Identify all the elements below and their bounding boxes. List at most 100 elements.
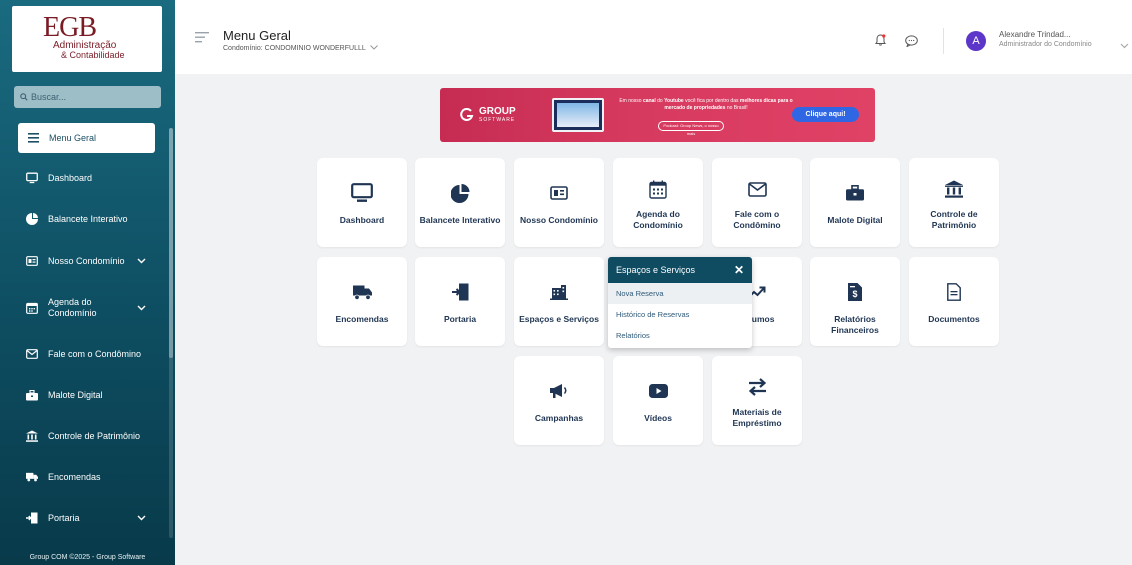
calendar-icon: [613, 178, 703, 200]
card-label: Vídeos: [644, 413, 672, 423]
sidebar-item-label: Portaria: [48, 513, 80, 523]
monitor-icon: [317, 182, 407, 204]
svg-text:$: $: [852, 289, 857, 299]
sidebar-footer: Group COM ©2025 - Group Software: [29, 554, 146, 561]
banner-podcast-tag: Podcast: Group News, o nosso mais: [658, 121, 724, 136]
sidebar-item-dashboard[interactable]: Dashboard: [26, 172, 156, 184]
sidebar-item-malote[interactable]: Malote Digital: [26, 389, 156, 401]
card-nosso-condominio[interactable]: Nosso Condomínio: [514, 158, 604, 247]
chat-bubble-icon[interactable]: [905, 34, 918, 52]
banner-text-part: você fica por dentro das: [685, 98, 739, 104]
card-label: Fale com o Condômino: [733, 209, 781, 230]
sidebar-item-label: Controle de Patrimônio: [48, 431, 141, 441]
card-label: Malote Digital: [827, 215, 883, 225]
swap-icon: [712, 376, 802, 398]
condominium-selector[interactable]: Condomínio: CONDOMINIO WONDERFULLL: [223, 45, 378, 52]
popup-item-relatorios[interactable]: Relatórios: [608, 325, 752, 346]
sidebar-item-nosso-condominio[interactable]: Nosso Condomínio: [26, 255, 156, 267]
card-agenda[interactable]: Agenda do Condomínio: [613, 158, 703, 247]
popup-title: Espaços e Serviços: [616, 265, 696, 275]
card-label: Dashboard: [339, 215, 385, 225]
megaphone-icon: [514, 380, 604, 402]
envelope-icon: [26, 348, 38, 360]
card-label: Agenda do Condomínio: [633, 209, 683, 230]
promo-banner[interactable]: GROUP SOFTWARE Em nosso canal do Youtube …: [440, 88, 875, 142]
user-avatar[interactable]: A: [966, 31, 986, 51]
banner-brand: GROUP SOFTWARE: [460, 106, 516, 123]
espacos-servicos-popup: Espaços e Serviços ✕ Nova Reserva Histór…: [608, 257, 752, 348]
pie-chart-icon: [415, 182, 505, 204]
sidebar-item-fale-condomino[interactable]: Fale com o Condômino: [26, 348, 156, 360]
sidebar-search[interactable]: [14, 86, 161, 108]
sidebar-item-label: Agenda do Condomínio: [48, 297, 97, 318]
card-portaria[interactable]: Portaria: [415, 257, 505, 346]
briefcase-icon: [810, 182, 900, 204]
card-label: Portaria: [443, 314, 477, 324]
envelope-icon: [712, 178, 802, 200]
sidebar-item-label: Malote Digital: [48, 390, 103, 400]
card-relatorios-financeiros[interactable]: $ Relatórios Financeiros: [810, 257, 900, 346]
sidebar-item-label: Nosso Condomínio: [48, 256, 125, 266]
card-malote[interactable]: Malote Digital: [810, 158, 900, 247]
card-label: Balancete Interativo: [419, 215, 501, 225]
chevron-down-icon[interactable]: [1120, 36, 1129, 54]
id-card-icon: [26, 255, 38, 267]
card-dashboard[interactable]: Dashboard: [317, 158, 407, 247]
bank-icon: [909, 178, 999, 200]
laptop-illustration: [552, 98, 604, 132]
hamburger-icon[interactable]: [195, 30, 209, 48]
card-label: Documentos: [928, 314, 980, 324]
popup-item-nova-reserva[interactable]: Nova Reserva: [608, 283, 752, 304]
card-label: Campanhas: [534, 413, 584, 423]
sidebar: EGB Administração & Contabilidade Menu G…: [0, 0, 175, 565]
calendar-icon: [26, 302, 38, 314]
user-name[interactable]: Alexandre Trindad...: [999, 30, 1071, 39]
search-input[interactable]: [31, 92, 151, 102]
top-header: Menu Geral Condomínio: CONDOMINIO WONDER…: [175, 0, 1132, 74]
id-card-icon: [514, 182, 604, 204]
pie-chart-icon: [26, 213, 38, 225]
invoice-icon: $: [810, 281, 900, 303]
card-fale-condomino[interactable]: Fale com o Condômino: [712, 158, 802, 247]
notification-bell-icon[interactable]: [875, 33, 886, 51]
sidebar-item-patrimonio[interactable]: Controle de Patrimônio: [26, 430, 156, 442]
card-campanhas[interactable]: Campanhas: [514, 356, 604, 445]
sidebar-item-balancete[interactable]: Balancete Interativo: [26, 213, 156, 225]
card-espacos-servicos[interactable]: Espaços e Serviços: [514, 257, 604, 346]
logo-mark: EGB Administração & Contabilidade: [43, 12, 131, 66]
card-label: Nosso Condomínio: [520, 215, 598, 225]
card-documentos[interactable]: Documentos: [909, 257, 999, 346]
banner-cta-button[interactable]: Clique aqui!: [792, 107, 859, 122]
close-icon[interactable]: ✕: [734, 263, 744, 277]
sidebar-scrollbar[interactable]: [169, 128, 173, 538]
popup-item-historico-reservas[interactable]: Histórico de Reservas: [608, 304, 752, 325]
sidebar-item-portaria[interactable]: Portaria: [26, 512, 156, 524]
group-software-logo-icon: [460, 107, 474, 121]
building-icon: [514, 281, 604, 303]
card-label: Controle de Patrimônio: [930, 209, 978, 230]
card-videos[interactable]: Vídeos: [613, 356, 703, 445]
card-label: Encomendas: [335, 314, 389, 324]
sidebar-item-agenda[interactable]: Agenda do Condomínio: [26, 297, 156, 319]
banner-brand-sub: SOFTWARE: [479, 117, 516, 123]
condominium-name: Condomínio: CONDOMINIO WONDERFULLL: [223, 45, 366, 52]
banner-text-part: Youtube: [664, 98, 684, 104]
bank-icon: [26, 430, 38, 442]
sidebar-item-encomendas[interactable]: Encomendas: [26, 471, 156, 483]
sidebar-item-menu-geral[interactable]: Menu Geral: [18, 123, 155, 153]
company-logo[interactable]: EGB Administração & Contabilidade: [12, 6, 162, 72]
card-materiais-emprestimo[interactable]: Materiais de Empréstimo: [712, 356, 802, 445]
card-encomendas[interactable]: Encomendas: [317, 257, 407, 346]
banner-text-part: no Brasil!: [726, 105, 748, 111]
banner-text-part: do: [657, 98, 663, 104]
chevron-down-icon: [137, 256, 146, 266]
chevron-down-icon: [137, 303, 146, 313]
card-label: Espaços e Serviços: [519, 314, 599, 324]
chevron-down-icon: [369, 45, 378, 52]
card-balancete[interactable]: Balancete Interativo: [415, 158, 505, 247]
door-enter-icon: [415, 281, 505, 303]
card-label: Relatórios Financeiros: [831, 314, 879, 335]
sidebar-item-label: Menu Geral: [49, 133, 97, 143]
card-patrimonio[interactable]: Controle de Patrimônio: [909, 158, 999, 247]
scrollbar-thumb[interactable]: [169, 128, 173, 358]
